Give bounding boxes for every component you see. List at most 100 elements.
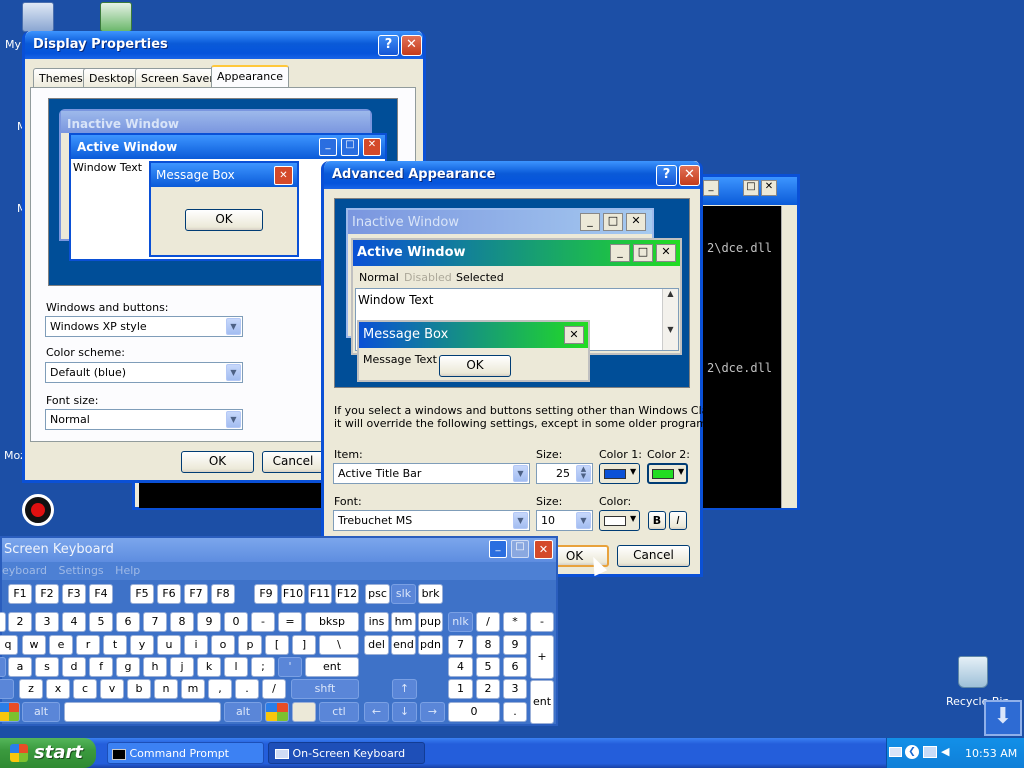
key-row1-18[interactable]: -	[530, 612, 554, 632]
chevron-down-icon[interactable]: ▼	[226, 364, 241, 381]
font-select[interactable]: Trebuchet MS ▼	[333, 510, 530, 531]
spinner-arrows-icon[interactable]: ▲ ▼	[576, 465, 591, 482]
key-shift-left[interactable]	[0, 679, 14, 699]
volume-tray-icon[interactable]: ◀	[941, 746, 953, 758]
key-row4-4[interactable]: b	[127, 679, 151, 699]
key-row4-5[interactable]: n	[154, 679, 178, 699]
key-row3-13[interactable]: 5	[476, 657, 500, 677]
key-row2-15[interactable]: pdn	[418, 635, 443, 655]
key-row5-5[interactable]: →	[420, 702, 445, 722]
key-row1-2[interactable]: 4	[62, 612, 86, 632]
key-row1-0[interactable]: 2	[8, 612, 32, 632]
key-row1-5[interactable]: 7	[143, 612, 167, 632]
key-row4-2[interactable]: c	[73, 679, 97, 699]
key-row3-10[interactable]: '	[278, 657, 302, 677]
color1-button[interactable]: ▼	[599, 463, 640, 484]
recycle-bin-icon[interactable]	[958, 656, 988, 688]
chevron-down-icon[interactable]: ▼	[513, 465, 528, 482]
key-row1-11[interactable]: bksp	[305, 612, 359, 632]
key-row_f-9[interactable]: F10	[281, 584, 305, 604]
key-row1-7[interactable]: 9	[197, 612, 221, 632]
key-backtick[interactable]	[0, 612, 6, 632]
key-row4-13[interactable]: 2	[476, 679, 500, 699]
key-row3-12[interactable]: 4	[448, 657, 473, 677]
close-button[interactable]: ✕	[679, 165, 700, 186]
key-row1-16[interactable]: /	[476, 612, 500, 632]
tab-screen-saver[interactable]: Screen Saver	[135, 68, 220, 89]
key-row3-3[interactable]: f	[89, 657, 113, 677]
key-row5-4[interactable]: ↓	[392, 702, 417, 722]
network-icon[interactable]	[100, 2, 132, 32]
key-row_f-3[interactable]: F4	[89, 584, 113, 604]
key-row_f-13[interactable]: slk	[391, 584, 416, 604]
key-row_f-14[interactable]: brk	[418, 584, 443, 604]
chevron-down-icon[interactable]: ▼	[513, 512, 528, 529]
color-scheme-select[interactable]: Default (blue) ▼	[45, 362, 243, 383]
key-row2-10[interactable]: [	[265, 635, 289, 655]
key-row3-0[interactable]: a	[8, 657, 32, 677]
key-row1-3[interactable]: 5	[89, 612, 113, 632]
console-scrollbar[interactable]	[781, 206, 797, 508]
close-button[interactable]: ✕	[401, 35, 422, 56]
key-row_f-10[interactable]: F11	[308, 584, 332, 604]
cancel-button[interactable]: Cancel	[617, 545, 690, 567]
window-title-bar[interactable]: Advanced Appearance	[324, 161, 700, 189]
windows-buttons-select[interactable]: Windows XP style ▼	[45, 316, 243, 337]
key-row2-17[interactable]: 8	[476, 635, 500, 655]
key-row2-7[interactable]: i	[184, 635, 208, 655]
key-row_f-1[interactable]: F2	[35, 584, 59, 604]
key-row1-14[interactable]: pup	[418, 612, 443, 632]
key-row1-4[interactable]: 6	[116, 612, 140, 632]
key-space[interactable]	[64, 702, 221, 722]
close-button[interactable]: ✕	[534, 540, 553, 559]
chevron-down-icon[interactable]: ▼	[576, 512, 591, 529]
key-row4-6[interactable]: m	[181, 679, 205, 699]
key-row5-2[interactable]: ctl	[319, 702, 359, 722]
key-row1-6[interactable]: 8	[170, 612, 194, 632]
key-row5-6[interactable]: 0	[448, 702, 500, 722]
key-row3-9[interactable]: ;	[251, 657, 275, 677]
key-row3-7[interactable]: k	[197, 657, 221, 677]
tab-appearance[interactable]: Appearance	[211, 65, 290, 89]
key-row5-1[interactable]: alt	[224, 702, 262, 722]
record-icon[interactable]	[22, 494, 54, 526]
key-row5-8[interactable]: ent	[530, 680, 554, 724]
start-button[interactable]: start	[0, 738, 96, 768]
windows-key-icon[interactable]	[265, 702, 289, 722]
key-row3-8[interactable]: l	[224, 657, 248, 677]
key-row1-10[interactable]: =	[278, 612, 302, 632]
key-row1-17[interactable]: *	[503, 612, 527, 632]
key-row2-16[interactable]: 7	[448, 635, 473, 655]
osk-menu-settings[interactable]: Settings	[59, 564, 104, 577]
help-button[interactable]: ?	[656, 165, 677, 186]
network-tray-icon[interactable]	[923, 746, 937, 758]
key-caps-lock[interactable]	[0, 657, 6, 677]
key-row4-8[interactable]: .	[235, 679, 259, 699]
font-size-select[interactable]: Normal ▼	[45, 409, 243, 430]
key-row4-12[interactable]: 1	[448, 679, 473, 699]
key-row3-1[interactable]: s	[35, 657, 59, 677]
key-row5-0[interactable]: alt	[22, 702, 60, 722]
key-row1-1[interactable]: 3	[35, 612, 59, 632]
menu-key-icon[interactable]	[292, 702, 316, 722]
key-row2-13[interactable]: del	[364, 635, 389, 655]
font-color-button[interactable]: ▼	[599, 510, 640, 531]
key-row2-0[interactable]: q	[0, 635, 18, 655]
key-row_f-5[interactable]: F6	[157, 584, 181, 604]
key-row_f-6[interactable]: F7	[184, 584, 208, 604]
key-row5-7[interactable]: .	[503, 702, 527, 722]
key-row2-8[interactable]: o	[211, 635, 235, 655]
key-row3-4[interactable]: g	[116, 657, 140, 677]
key-row2-3[interactable]: r	[76, 635, 100, 655]
font-size-select[interactable]: 10 ▼	[536, 510, 593, 531]
tab-themes[interactable]: Themes	[33, 68, 89, 89]
key-row_f-2[interactable]: F3	[62, 584, 86, 604]
italic-button[interactable]: I	[669, 511, 687, 530]
ok-button[interactable]: OK	[181, 451, 254, 473]
chevron-down-icon[interactable]: ▼	[226, 318, 241, 335]
key-row1-13[interactable]: hm	[391, 612, 416, 632]
key-row1-12[interactable]: ins	[364, 612, 389, 632]
cancel-button[interactable]: Cancel	[262, 451, 324, 473]
key-row3-14[interactable]: 6	[503, 657, 527, 677]
key-row_f-8[interactable]: F9	[254, 584, 278, 604]
